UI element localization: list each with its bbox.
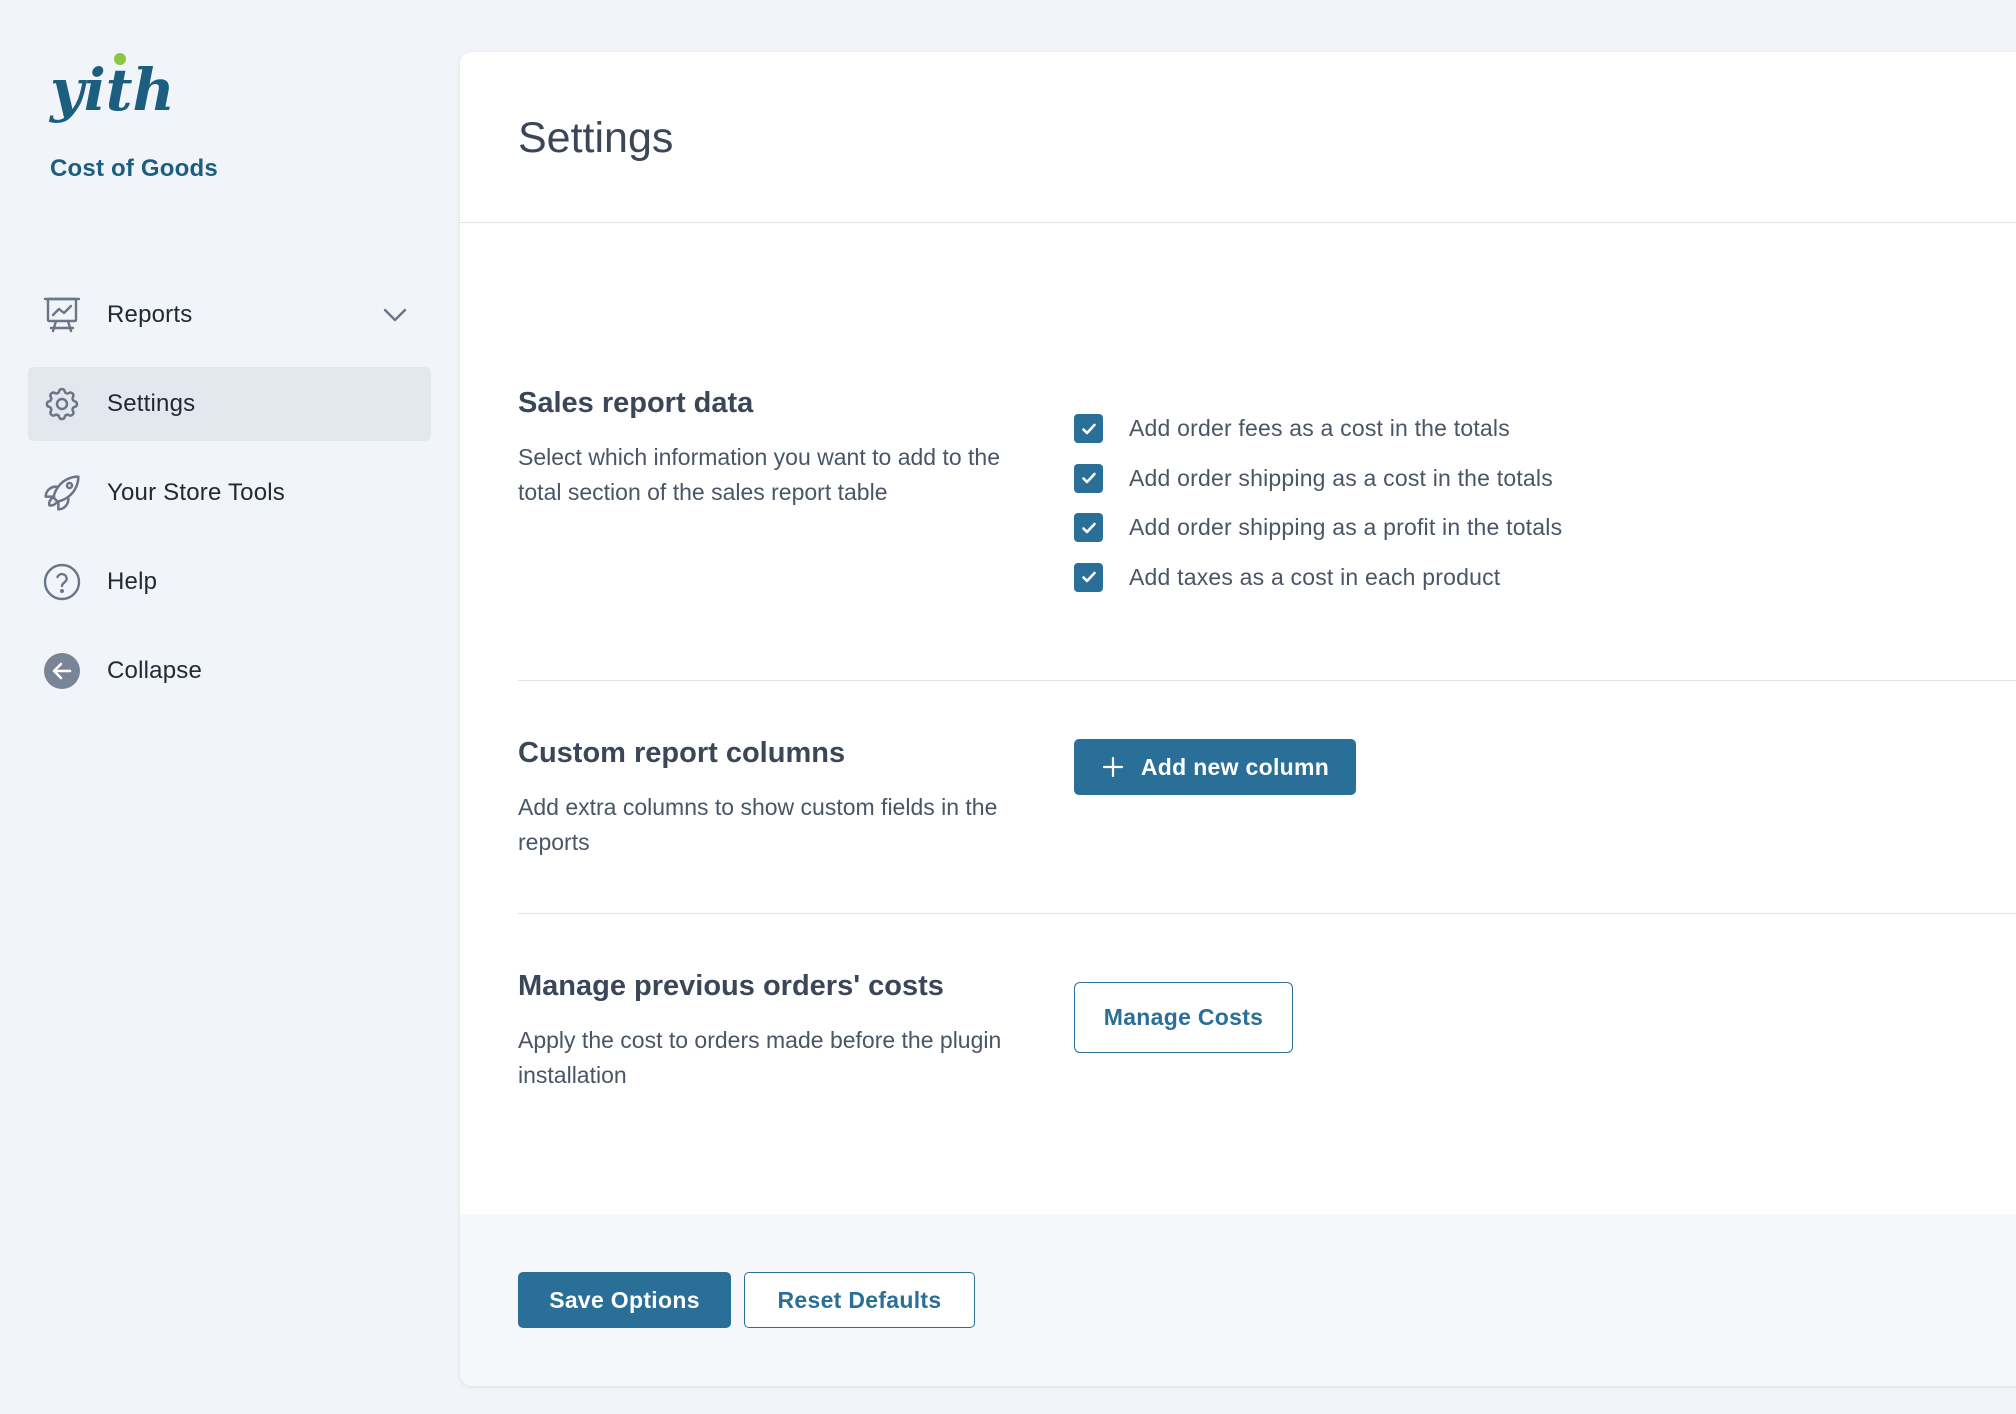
yith-logo: yith [48,53,175,124]
page-title: Settings [518,114,674,162]
sidebar: yith Cost of Goods Reports Settings Your… [0,0,459,1414]
sidebar-item-store-tools[interactable]: Your Store Tools [28,456,431,530]
check-icon [1081,571,1096,583]
chevron-down-icon[interactable] [381,301,409,329]
plus-icon [1102,756,1123,778]
svg-text:yith: yith [48,56,175,124]
save-options-button[interactable]: Save Options [518,1272,731,1328]
sidebar-item-settings[interactable]: Settings [28,367,431,441]
add-new-column-button[interactable]: Add new column [1074,739,1356,795]
option-shipping-profit[interactable]: Add order shipping as a profit in the to… [1074,503,1562,553]
checkbox-checked[interactable] [1074,463,1103,493]
sidebar-item-label: Settings [107,390,196,417]
card-footer: Save Options Reset Defaults [460,1214,2016,1386]
check-icon [1081,522,1096,534]
section-divider [518,913,2016,914]
app-root: yith Cost of Goods Reports Settings Your… [0,0,2016,1414]
section-manage-previous-costs: Manage previous orders' costs Apply the … [518,970,2016,1093]
sales-report-options: Add order fees as a cost in the totals A… [1074,404,1562,602]
checkbox-checked[interactable] [1074,513,1103,543]
presentation-chart-icon [42,295,82,335]
button-label: Add new column [1140,753,1330,780]
rocket-icon [42,473,82,513]
sidebar-item-label: Help [107,568,158,595]
custom-columns-control: Add new column [1074,739,1356,795]
check-icon [1081,423,1096,435]
arrow-left-circle-icon [42,651,82,691]
sidebar-item-label: Reports [107,301,193,328]
section-divider [518,680,2016,681]
check-icon [1081,472,1096,484]
checkbox-label: Add order shipping as a cost in the tota… [1129,464,1553,491]
checkbox-label: Add order shipping as a profit in the to… [1129,514,1563,541]
sidebar-nav: Reports Settings Your Store Tools Help C… [28,278,431,723]
sidebar-item-label: Your Store Tools [107,479,285,506]
sidebar-item-reports[interactable]: Reports [28,278,431,352]
option-shipping-cost[interactable]: Add order shipping as a cost in the tota… [1074,454,1562,504]
checkbox-checked[interactable] [1074,414,1103,444]
sidebar-item-label: Collapse [107,657,202,684]
brand-subtitle: Cost of Goods [50,155,218,182]
reset-defaults-button[interactable]: Reset Defaults [744,1272,975,1328]
option-order-fees[interactable]: Add order fees as a cost in the totals [1074,404,1562,454]
checkbox-label: Add taxes as a cost in each product [1129,563,1501,590]
gear-icon [42,384,82,424]
card-header: Settings [460,52,2016,223]
manage-costs-control: Manage Costs [1074,982,1293,1053]
section-description: Add extra columns to show custom fields … [518,794,998,855]
sidebar-item-help[interactable]: Help [28,545,431,619]
question-circle-icon [42,562,82,602]
section-description: Select which information you want to add… [518,444,1001,505]
section-custom-report-columns: Custom report columns Add extra columns … [518,737,2016,860]
checkbox-label: Add order fees as a cost in the totals [1129,415,1510,442]
option-taxes-cost[interactable]: Add taxes as a cost in each product [1074,553,1562,603]
manage-costs-button[interactable]: Manage Costs [1074,982,1293,1053]
checkbox-checked[interactable] [1074,562,1103,592]
settings-card: Settings Sales report data Select which … [460,52,2016,1386]
section-description: Apply the cost to orders made before the… [518,1027,1002,1088]
section-sales-report-data: Sales report data Select which informati… [518,387,2016,592]
sidebar-item-collapse[interactable]: Collapse [28,634,431,708]
